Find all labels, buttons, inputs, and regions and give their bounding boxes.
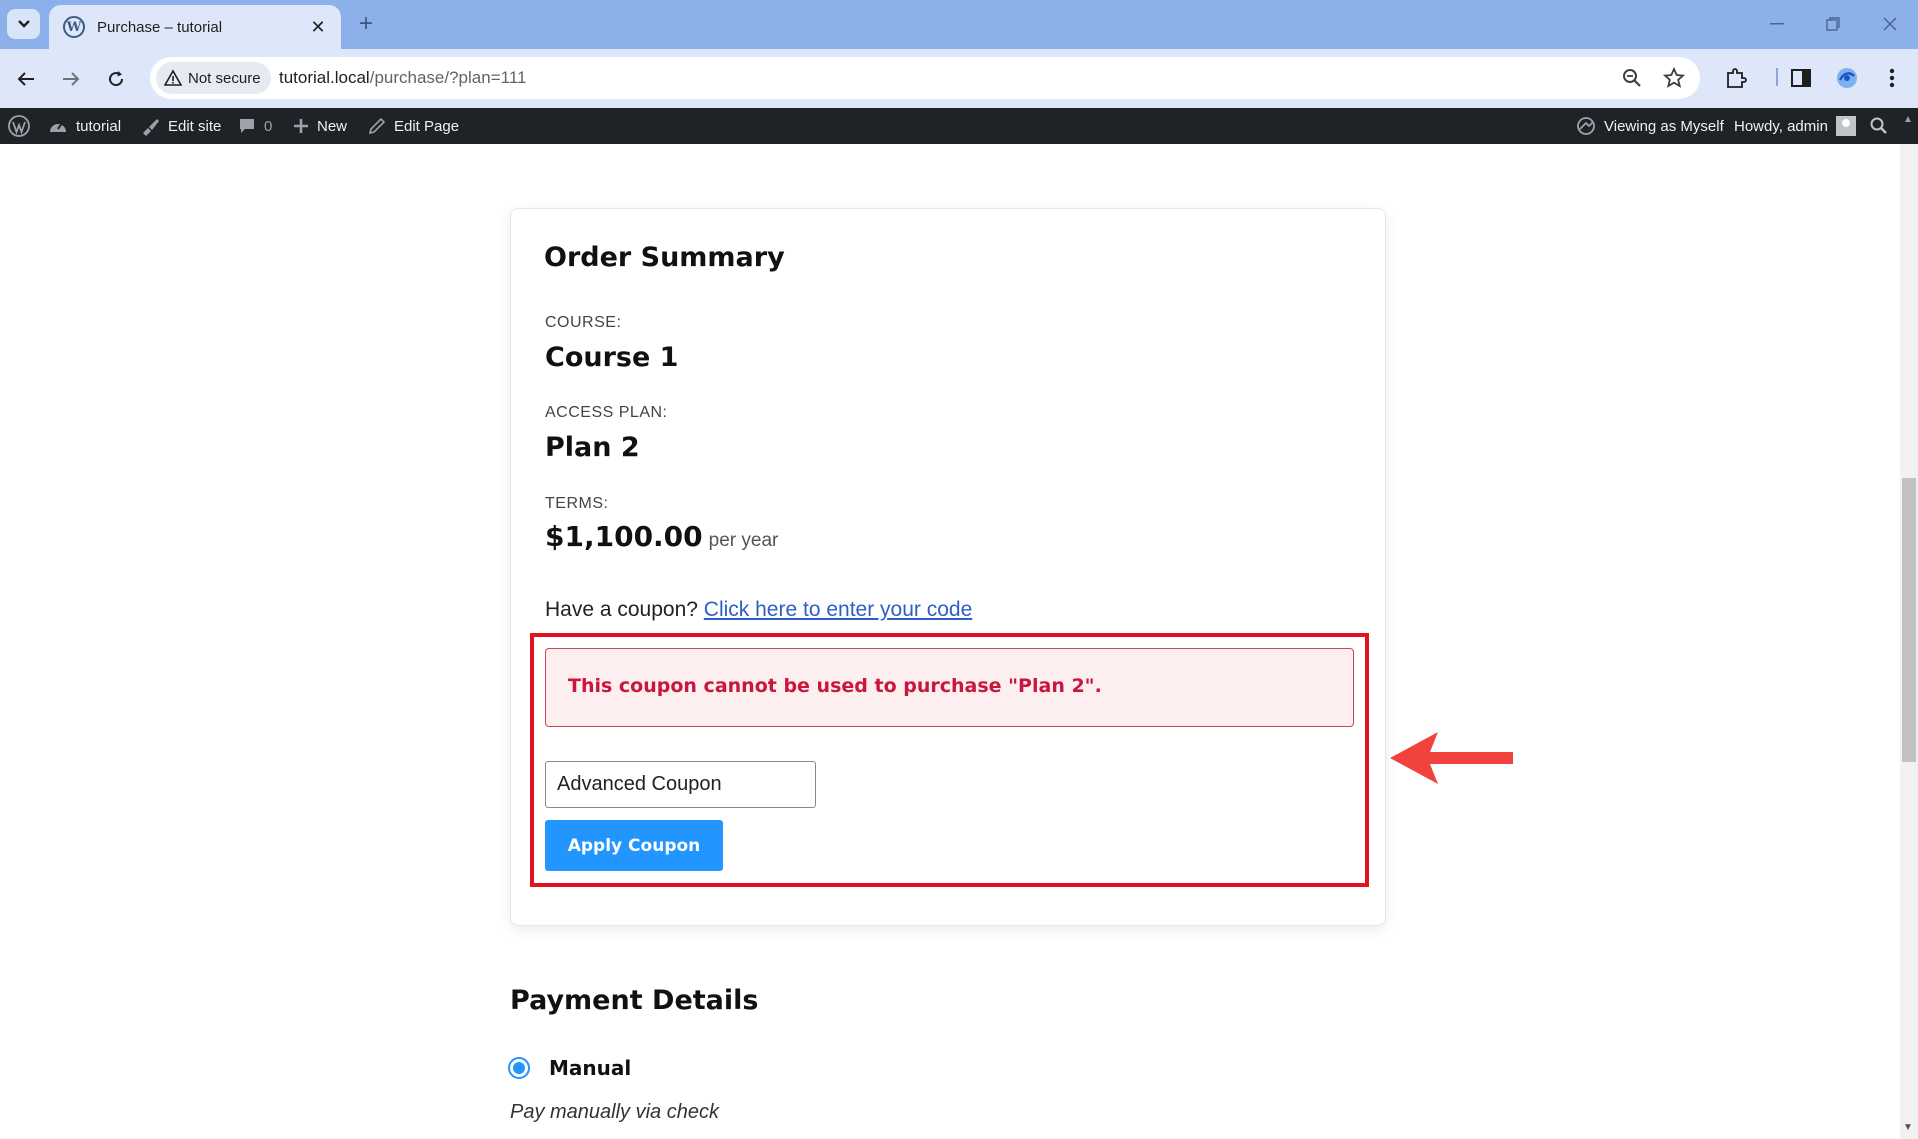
scroll-down-arrow-icon[interactable]: ▼ — [1903, 1122, 1913, 1133]
profile-icon[interactable] — [1833, 64, 1861, 92]
avatar — [1835, 116, 1856, 136]
course-value: Course 1 — [545, 342, 679, 373]
price-row: $1,100.00 per year — [545, 520, 778, 553]
pencil-icon — [368, 117, 386, 135]
arrow-left-icon — [17, 72, 34, 86]
warning-icon — [164, 69, 182, 86]
manual-payment-description: Pay manually via check — [510, 1101, 719, 1123]
browser-menu-icon[interactable] — [1878, 64, 1906, 92]
payment-details-title: Payment Details — [510, 985, 759, 1016]
browser-tabstrip: W Purchase – tutorial ✕ + — [0, 0, 1918, 49]
wordpress-logo-icon — [8, 115, 30, 137]
coupon-prompt-text: Have a coupon? — [545, 598, 698, 621]
comments-link[interactable]: 0 — [238, 108, 272, 144]
address-bar[interactable]: Not secure tutorial.local/purchase/?plan… — [150, 57, 1700, 99]
brush-icon — [140, 116, 160, 136]
url-text[interactable]: tutorial.local/purchase/?plan=111 — [279, 68, 526, 88]
bookmark-star-icon[interactable] — [1662, 66, 1686, 90]
site-name-label: tutorial — [76, 117, 122, 135]
access-plan-value: Plan 2 — [545, 432, 640, 463]
chevron-down-icon — [17, 20, 30, 28]
minimize-icon[interactable] — [1762, 10, 1792, 38]
manual-payment-radio[interactable] — [508, 1057, 530, 1079]
order-summary-title: Order Summary — [544, 242, 785, 273]
security-chip[interactable]: Not secure — [156, 62, 271, 94]
manual-payment-label[interactable]: Manual — [549, 1056, 631, 1080]
coupon-error-notice: This coupon cannot be used to purchase "… — [545, 648, 1354, 727]
edit-page-link[interactable]: Edit Page — [368, 108, 459, 144]
viewing-as-label: Viewing as Myself — [1604, 117, 1724, 135]
enter-coupon-link[interactable]: Click here to enter your code — [704, 598, 972, 621]
edit-page-label: Edit Page — [394, 117, 460, 135]
side-panel-icon[interactable] — [1787, 64, 1815, 92]
zoom-icon[interactable] — [1620, 66, 1644, 90]
tab-title: Purchase – tutorial — [97, 18, 223, 36]
tab-close-icon[interactable]: ✕ — [307, 17, 329, 38]
search-icon — [1870, 117, 1887, 134]
new-content-link[interactable]: New — [293, 108, 347, 144]
price-amount: $1,100.00 — [545, 520, 703, 553]
browser-toolbar: Not secure tutorial.local/purchase/?plan… — [0, 49, 1918, 108]
close-window-icon[interactable] — [1875, 10, 1905, 38]
terms-label: TERMS: — [545, 495, 609, 512]
url-path: /purchase/?plan=111 — [369, 68, 527, 87]
wordpress-favicon-icon: W — [63, 16, 85, 38]
access-plan-label: ACCESS PLAN: — [545, 404, 668, 421]
coupon-code-input[interactable] — [545, 761, 816, 808]
tab-search-button[interactable] — [7, 9, 40, 39]
coupon-error-message: This coupon cannot be used to purchase "… — [568, 675, 1102, 697]
url-host: tutorial.local — [279, 68, 370, 87]
browser-tab-active[interactable]: W Purchase – tutorial ✕ — [49, 5, 341, 49]
toolbar-divider — [1776, 68, 1778, 86]
back-button[interactable] — [9, 62, 43, 96]
site-name-link[interactable]: tutorial — [48, 108, 121, 144]
comment-bubble-icon — [238, 117, 256, 135]
extensions-puzzle-icon[interactable] — [1722, 64, 1750, 92]
comments-count: 0 — [264, 117, 273, 135]
security-label: Not secure — [188, 69, 261, 87]
scrollbar-thumb[interactable] — [1902, 478, 1916, 762]
my-account-link[interactable]: Howdy, admin — [1734, 108, 1856, 144]
arrow-right-icon — [63, 72, 80, 86]
plus-icon — [293, 118, 309, 134]
wp-logo-button[interactable] — [7, 108, 31, 144]
price-period: per year — [708, 530, 779, 551]
howdy-label: Howdy, admin — [1734, 117, 1828, 135]
course-label: COURSE: — [545, 314, 622, 331]
dashboard-gauge-icon — [48, 117, 68, 135]
viewing-as-link[interactable]: Viewing as Myself — [1576, 108, 1724, 144]
reload-button[interactable] — [99, 62, 133, 96]
apply-coupon-button[interactable]: Apply Coupon — [545, 820, 723, 871]
wp-admin-bar: tutorial Edit site 0 New Edit Page Viewi… — [0, 108, 1918, 144]
forward-button[interactable] — [54, 62, 88, 96]
reload-icon — [109, 71, 124, 87]
annotation-arrow-icon — [1390, 732, 1513, 784]
view-as-icon — [1576, 116, 1596, 136]
admin-search-button[interactable] — [1870, 108, 1888, 144]
edit-site-link[interactable]: Edit site — [140, 108, 221, 144]
restore-icon[interactable] — [1818, 10, 1848, 38]
edit-site-label: Edit site — [168, 117, 222, 135]
coupon-prompt: Have a coupon? Click here to enter your … — [545, 598, 972, 622]
new-tab-button[interactable]: + — [352, 10, 380, 38]
new-label: New — [317, 117, 348, 135]
scroll-up-arrow-icon[interactable]: ▲ — [1903, 114, 1913, 125]
